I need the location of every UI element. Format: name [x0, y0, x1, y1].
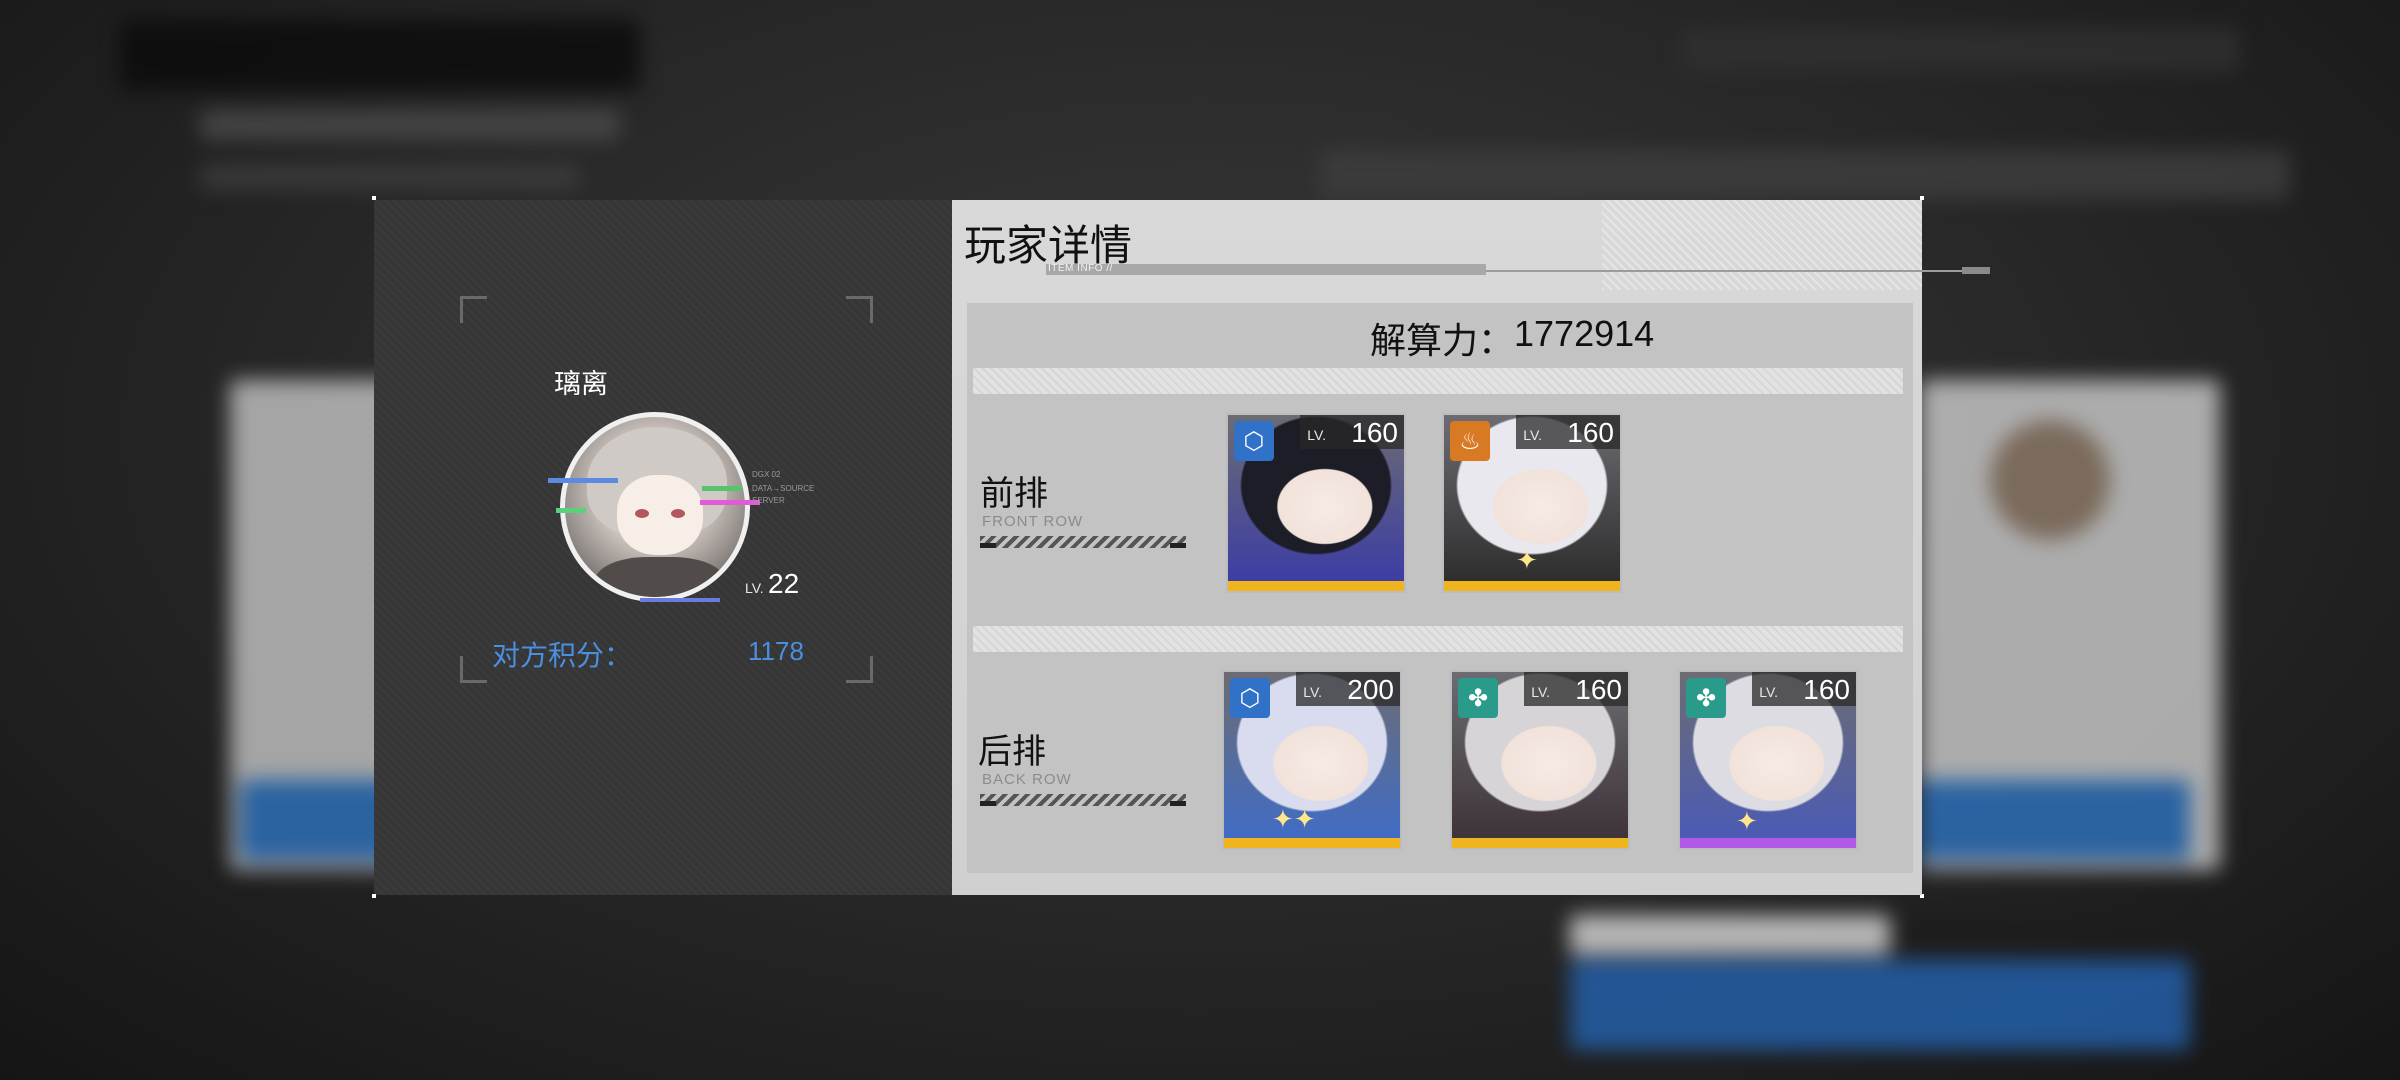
orange-flame-icon: ♨ — [1450, 421, 1490, 461]
frame-corner-top-right — [846, 296, 873, 323]
character-level-prefix: LV. — [1523, 427, 1542, 443]
frame-corner-bottom-left — [460, 656, 487, 683]
blue-hex-icon: ⬡ — [1230, 678, 1270, 718]
character-level-prefix: LV. — [1307, 427, 1326, 443]
section-divider-band — [973, 368, 1903, 394]
corner-dot — [372, 196, 376, 200]
character-level: 160 — [1351, 417, 1398, 448]
character-card[interactable]: LV. 160 ♨ ✦ — [1442, 413, 1622, 593]
player-avatar[interactable] — [560, 412, 750, 602]
background-top-bar — [120, 20, 640, 90]
sparkle-icon: ✦ — [1736, 806, 1758, 836]
character-level: 200 — [1347, 674, 1394, 705]
front-row-label-en: FRONT ROW — [982, 513, 1084, 530]
back-row-label-en: BACK ROW — [982, 771, 1072, 788]
avatar-eye — [635, 509, 649, 518]
character-level: 160 — [1803, 674, 1850, 705]
background-card-right-button — [1920, 780, 2190, 860]
character-level-prefix: LV. — [1759, 684, 1778, 700]
background-subtitle-block — [200, 165, 580, 189]
character-card[interactable]: LV. 160 ✤ ✦ — [1678, 670, 1858, 850]
header-stripes — [1602, 200, 1922, 290]
player-level: 22 — [768, 568, 800, 599]
avatar-body — [595, 557, 725, 597]
player-level-prefix: LV. — [745, 580, 764, 596]
title-subtitle: ITEM INFO // — [1048, 263, 1113, 274]
frame-corner-bottom-right — [846, 656, 873, 683]
character-card[interactable]: LV. 200 ⬡ ✦✦ — [1222, 670, 1402, 850]
title-underline-line — [1486, 270, 1964, 272]
background-top-right-bar — [1680, 28, 2240, 72]
background-avatar — [1990, 420, 2110, 540]
player-name: 璃离 — [554, 369, 608, 399]
back-row-label: 后排 — [978, 733, 1046, 771]
background-title-block — [200, 110, 620, 140]
power-label: 解算力： — [1370, 320, 1515, 361]
character-rarity-bar — [1680, 838, 1856, 848]
teal-clover-icon: ✤ — [1686, 678, 1726, 718]
section-divider-band — [973, 626, 1903, 652]
power-value: 1772914 — [1514, 313, 1655, 354]
character-card[interactable]: LV. 160 ✤ — [1450, 670, 1630, 850]
opponent-score-value: 1178 — [748, 636, 804, 666]
avatar-eye — [671, 509, 685, 518]
back-row-stripe-bar — [980, 794, 1186, 806]
avatar-glitch-line — [700, 500, 760, 505]
blue-hex-icon: ⬡ — [1234, 421, 1274, 461]
character-level: 160 — [1575, 674, 1622, 705]
background-tab-bar — [1320, 150, 2290, 200]
background-selector-right — [1900, 915, 2190, 955]
avatar-tag: DGX 02 — [752, 470, 781, 479]
front-row-label: 前排 — [980, 475, 1048, 513]
avatar-face — [617, 475, 703, 555]
character-level: 160 — [1567, 417, 1614, 448]
avatar-tag: DATA→SOURCE — [752, 484, 815, 493]
sparkle-icon: ✦✦ — [1272, 804, 1316, 834]
background-confirm-button — [1570, 960, 2190, 1050]
avatar-glitch-line — [640, 598, 720, 602]
avatar-tag: SERVER — [752, 496, 785, 505]
character-card[interactable]: LV. 160 ⬡ — [1226, 413, 1406, 593]
sparkle-icon: ✦ — [1516, 545, 1538, 575]
front-row-stripe-bar — [980, 536, 1186, 548]
avatar-glitch-line — [548, 478, 618, 483]
corner-dot — [372, 894, 376, 898]
background-selector-left — [1570, 915, 1890, 955]
character-rarity-bar — [1224, 838, 1400, 848]
title-underline-end — [1962, 267, 1990, 274]
character-level-prefix: LV. — [1531, 684, 1550, 700]
character-level-prefix: LV. — [1303, 684, 1322, 700]
avatar-glitch-line — [556, 508, 586, 513]
frame-corner-top-left — [460, 296, 487, 323]
character-rarity-bar — [1228, 581, 1404, 591]
character-rarity-bar — [1444, 581, 1620, 591]
opponent-score-label: 对方积分： — [492, 640, 633, 671]
avatar-glitch-line — [702, 486, 742, 491]
teal-clover-icon: ✤ — [1458, 678, 1498, 718]
character-rarity-bar — [1452, 838, 1628, 848]
